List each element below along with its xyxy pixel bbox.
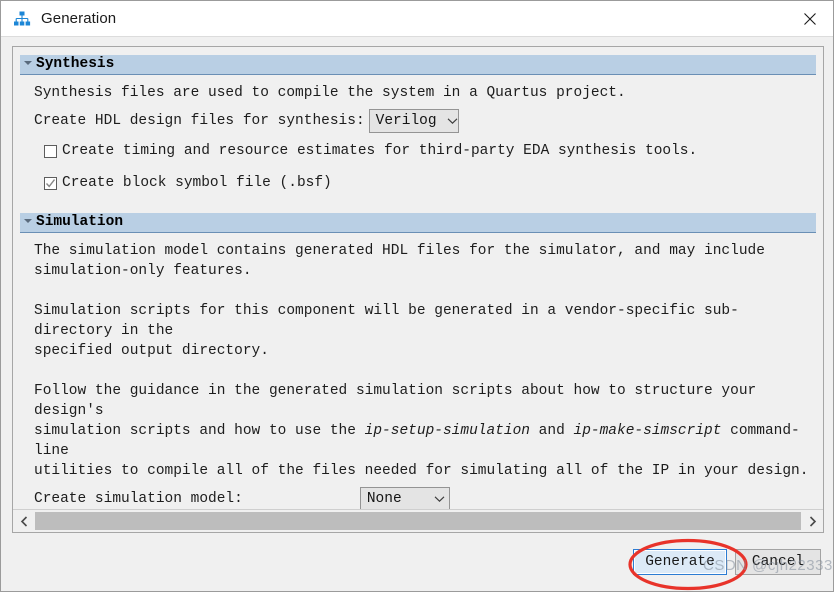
title-bar: Generation [1,1,833,37]
checkbox-timing-estimates[interactable] [44,144,57,158]
chevron-down-icon [447,111,458,131]
synthesis-description: Synthesis files are used to compile the … [34,85,626,101]
checkbox-label-timing-estimates: Create timing and resource estimates for… [62,143,698,159]
sim-p3-italic-1: ip-setup-simulation [364,423,530,439]
sim-p3-text-2: and [529,423,574,439]
cancel-button[interactable]: Cancel [735,549,821,575]
content-frame: Synthesis Synthesis files are used to co… [12,46,824,533]
scroll-left-arrow-icon[interactable] [13,510,35,532]
checkbox-row-timing-estimates[interactable]: Create timing and resource estimates for… [20,141,816,161]
scroll-area: Synthesis Synthesis files are used to co… [13,47,823,510]
hdl-language-dropdown[interactable]: Verilog [368,109,459,133]
simulation-paragraph-3: Follow the guidance in the generated sim… [20,381,816,481]
collapse-triangle-icon[interactable] [24,61,32,65]
generation-dialog: Generation Synthesis Synthesis files are… [0,0,834,592]
checkbox-block-symbol-file[interactable] [44,176,57,190]
section-header-synthesis[interactable]: Synthesis [20,55,816,75]
checkbox-label-block-symbol-file: Create block symbol file (.bsf) [62,175,332,191]
close-icon[interactable] [787,1,833,37]
scroll-thumb[interactable] [35,512,801,530]
sim-p3-italic-2: ip-make-simscript [573,423,722,439]
section-title-synthesis: Synthesis [36,56,115,73]
checkbox-row-block-symbol-file[interactable]: Create block symbol file (.bsf) [20,173,816,193]
collapse-triangle-icon[interactable] [24,219,32,223]
simulation-model-label: Create simulation model: [34,491,243,507]
scroll-track[interactable] [35,510,801,532]
generate-button[interactable]: Generate [633,549,727,575]
window-title: Generation [41,10,117,27]
hierarchy-icon [13,10,31,28]
section-header-simulation[interactable]: Simulation [20,213,816,233]
simulation-paragraph-2: Simulation scripts for this component wi… [34,303,739,359]
chevron-down-icon [434,489,445,509]
scroll-right-arrow-icon[interactable] [801,510,823,532]
section-title-simulation: Simulation [36,214,124,231]
simulation-model-value: None [366,491,402,507]
simulation-paragraph-1: The simulation model contains generated … [34,243,765,279]
hdl-label: Create HDL design files for synthesis: [34,113,365,129]
hdl-language-value: Verilog [375,113,437,129]
simulation-model-dropdown[interactable]: None [359,487,450,510]
dialog-button-bar: Generate Cancel [1,533,833,591]
horizontal-scrollbar[interactable] [13,509,823,532]
